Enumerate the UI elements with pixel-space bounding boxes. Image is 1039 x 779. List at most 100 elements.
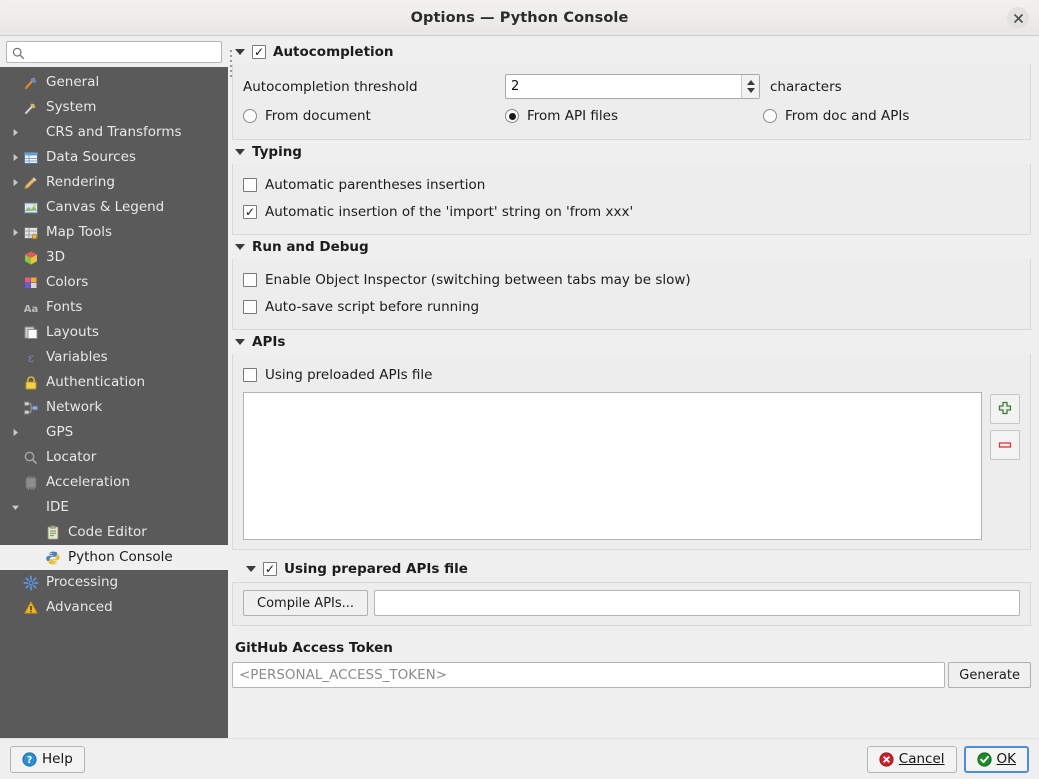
checkbox-auto-import-string[interactable]: ✓ Automatic insertion of the 'import' st… — [243, 198, 1020, 225]
characters-label: characters — [770, 78, 842, 95]
sidebar-item-processing[interactable]: Processing — [0, 570, 228, 595]
sidebar-item-canvas-legend[interactable]: Canvas & Legend — [0, 195, 228, 220]
expand-triangle-right-icon[interactable] — [8, 128, 22, 137]
spinner-arrows[interactable] — [741, 75, 759, 98]
compile-apis-row: Compile APIs... — [243, 590, 1020, 616]
spinner-up-icon[interactable] — [746, 80, 755, 85]
collapse-triangle-icon[interactable] — [235, 49, 245, 55]
ok-button[interactable]: OK — [963, 745, 1029, 773]
sidebar-item-locator[interactable]: Locator — [0, 445, 228, 470]
ok-check-icon — [976, 751, 992, 767]
sidebar-item-label: Data Sources — [46, 148, 136, 165]
autocompletion-group-body: Autocompletion threshold characters — [232, 64, 1031, 140]
code-editor-icon — [44, 524, 62, 542]
cancel-button[interactable]: Cancel — [866, 745, 957, 773]
sidebar-item-authentication[interactable]: Authentication — [0, 370, 228, 395]
sidebar-item-label: Colors — [46, 273, 89, 290]
sidebar-item-crs-and-transforms[interactable]: CRS and Transforms — [0, 120, 228, 145]
checkbox-box[interactable]: ✓ — [243, 204, 257, 219]
checkbox-label: Automatic insertion of the 'import' stri… — [265, 203, 634, 220]
compile-apis-button[interactable]: Compile APIs... — [243, 590, 369, 616]
radio-from-doc-and-apis[interactable]: From doc and APIs — [763, 108, 909, 124]
collapse-triangle-icon[interactable] — [246, 566, 256, 572]
sidebar-item-python-console[interactable]: Python Console — [0, 545, 228, 570]
sidebar-item-label: Rendering — [46, 173, 115, 190]
collapse-triangle-icon[interactable] — [235, 149, 245, 155]
sidebar-item-label: Processing — [46, 573, 119, 590]
settings-nav-list[interactable]: General System CRS and Transforms Data Sour… — [0, 67, 228, 738]
sidebar-item-fonts[interactable]: Aa Fonts — [0, 295, 228, 320]
sidebar-item-general[interactable]: General — [0, 70, 228, 95]
checkbox-object-inspector[interactable]: ✓ Enable Object Inspector (switching bet… — [243, 266, 1020, 293]
checkbox-box[interactable]: ✓ — [243, 299, 257, 314]
cube-3d-icon — [22, 249, 40, 267]
autocompletion-source-radios: From document From API files From doc an… — [243, 102, 1020, 130]
autocompletion-title: Autocompletion — [273, 44, 394, 60]
sidebar-item-colors[interactable]: Colors — [0, 270, 228, 295]
expand-triangle-right-icon[interactable] — [8, 153, 22, 162]
ok-button-label: OK — [996, 751, 1016, 767]
expand-triangle-right-icon[interactable] — [8, 178, 22, 187]
sidebar-item-label: Authentication — [46, 373, 146, 390]
prepared-apis-header: ✓ Using prepared APIs file — [232, 556, 1031, 582]
sidebar: General System CRS and Transforms Data Sour… — [0, 36, 228, 738]
checkbox-auto-save-script[interactable]: ✓ Auto-save script before running — [243, 293, 1020, 320]
checkbox-box[interactable]: ✓ — [243, 367, 257, 382]
sidebar-item-system[interactable]: System — [0, 95, 228, 120]
collapse-triangle-icon[interactable] — [235, 339, 245, 345]
radio-circle-icon[interactable] — [243, 109, 257, 123]
run-and-debug-group-header: Run and Debug — [232, 235, 1031, 259]
threshold-spinbox[interactable] — [505, 74, 760, 99]
checkbox-auto-parentheses[interactable]: ✓ Automatic parentheses insertion — [243, 171, 1020, 198]
sidebar-item-ide[interactable]: IDE — [0, 495, 228, 520]
radio-from-api-files[interactable]: From API files — [505, 108, 763, 124]
paintbrush-icon — [22, 174, 40, 192]
search-input[interactable] — [7, 42, 221, 62]
help-button[interactable]: ? Help — [10, 745, 85, 773]
compile-apis-path-input[interactable] — [374, 590, 1020, 616]
apis-file-list[interactable] — [243, 392, 982, 540]
sidebar-item-label: Acceleration — [46, 473, 130, 490]
add-plus-icon[interactable] — [990, 394, 1020, 424]
expand-triangle-down-icon[interactable] — [8, 503, 22, 512]
radio-label: From API files — [527, 108, 618, 124]
spinner-down-icon[interactable] — [746, 88, 755, 93]
sidebar-item-advanced[interactable]: Advanced — [0, 595, 228, 620]
remove-minus-icon[interactable] — [990, 430, 1020, 460]
sidebar-item-map-tools[interactable]: Map Tools — [0, 220, 228, 245]
generate-token-button[interactable]: Generate — [948, 662, 1031, 688]
sidebar-item-3d[interactable]: 3D — [0, 245, 228, 270]
radio-circle-icon[interactable] — [763, 109, 777, 123]
autocompletion-checkbox[interactable]: ✓ — [252, 45, 266, 59]
locator-search-icon — [22, 449, 40, 467]
gear-icon — [22, 574, 40, 592]
sidebar-item-acceleration[interactable]: Acceleration — [0, 470, 228, 495]
checkbox-using-prepared-apis[interactable]: ✓ — [263, 562, 277, 576]
window-title: Options — Python Console — [410, 9, 629, 26]
sidebar-item-layouts[interactable]: Layouts — [0, 320, 228, 345]
radio-circle-icon[interactable] — [505, 109, 519, 123]
sidebar-item-label: Locator — [46, 448, 97, 465]
sidebar-item-code-editor[interactable]: Code Editor — [0, 520, 228, 545]
github-token-input[interactable] — [232, 662, 946, 688]
sidebar-item-data-sources[interactable]: Data Sources — [0, 145, 228, 170]
checkbox-using-preloaded-apis[interactable]: ✓ Using preloaded APIs file — [243, 361, 1020, 388]
expand-triangle-right-icon[interactable] — [8, 228, 22, 237]
checkbox-box[interactable]: ✓ — [243, 272, 257, 287]
sidebar-item-gps[interactable]: GPS — [0, 420, 228, 445]
acceleration-icon — [22, 474, 40, 492]
close-icon[interactable] — [1007, 7, 1029, 29]
checkbox-box[interactable]: ✓ — [243, 177, 257, 192]
threshold-input[interactable] — [506, 75, 726, 98]
threshold-row: Autocompletion threshold characters — [243, 71, 1020, 102]
typing-title: Typing — [252, 144, 302, 160]
sidebar-item-variables[interactable]: ε Variables — [0, 345, 228, 370]
expand-triangle-right-icon[interactable] — [8, 428, 22, 437]
collapse-triangle-icon[interactable] — [235, 244, 245, 250]
search-box[interactable] — [6, 41, 222, 63]
sidebar-item-network[interactable]: Network — [0, 395, 228, 420]
help-circle-icon: ? — [22, 751, 37, 767]
sidebar-item-rendering[interactable]: Rendering — [0, 170, 228, 195]
radio-from-document[interactable]: From document — [243, 108, 505, 124]
run-and-debug-title: Run and Debug — [252, 239, 369, 255]
